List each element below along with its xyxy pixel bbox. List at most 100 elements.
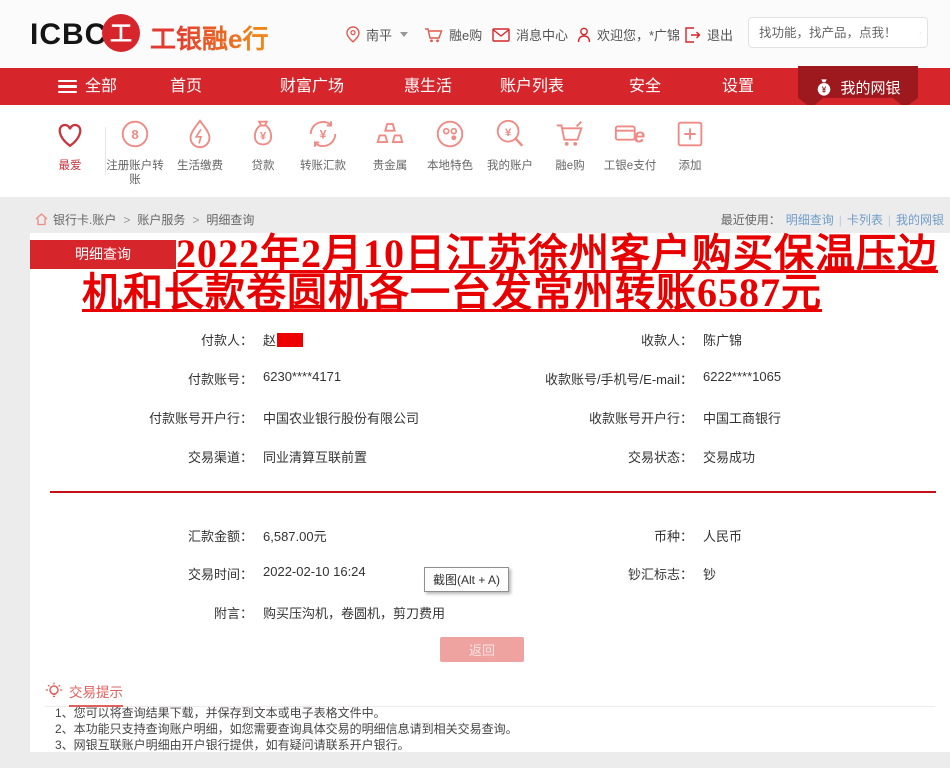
- payer-account-value: 6230****4171: [263, 369, 341, 384]
- bank-card-icon: e: [613, 117, 647, 151]
- envelope-icon: [492, 28, 510, 42]
- shortcut-emall[interactable]: 融e购: [538, 117, 602, 173]
- shortcut-label: 本地特色: [418, 159, 482, 173]
- breadcrumb-item-account-services[interactable]: 账户服务: [137, 211, 185, 228]
- icbc-logo-icon: 工: [101, 13, 141, 53]
- recent-link-card-list[interactable]: 卡列表: [847, 211, 883, 228]
- emall-label: 融e购: [449, 25, 482, 44]
- nav-accounts-label: 账户列表: [500, 68, 564, 105]
- shortcut-precious-metals[interactable]: 贵金属: [358, 117, 422, 173]
- shortcut-epay[interactable]: e 工银e支付: [598, 117, 662, 173]
- breadcrumb-item-accounts[interactable]: 银行卡.账户: [53, 211, 116, 228]
- search-box: [748, 17, 928, 48]
- shortcuts-bar: 最爱 8 注册账户转账 生活缴费 ¥ 贷款 ¥ 转账汇款: [0, 105, 950, 197]
- emall-link[interactable]: 融e购: [424, 25, 482, 44]
- cash-flag-value: 钞: [703, 564, 716, 583]
- divider: |: [888, 213, 891, 227]
- nav-item-home[interactable]: 首页: [170, 68, 202, 105]
- status-label: 交易状态：: [453, 447, 693, 466]
- back-button[interactable]: 返回: [440, 637, 524, 662]
- recent-link-my-ebank[interactable]: 我的网银: [896, 211, 944, 228]
- shortcut-label: 添加: [658, 159, 722, 173]
- shortcut-my-account[interactable]: ¥ 我的账户: [478, 117, 542, 173]
- shortcut-add[interactable]: 添加: [658, 117, 722, 173]
- currency-value: 人民币: [703, 526, 742, 545]
- nav-life-label: 惠生活: [404, 68, 452, 105]
- money-bag-icon: ¥: [815, 78, 833, 97]
- memo-label: 附言：: [30, 603, 253, 622]
- shortcut-label: 融e购: [538, 159, 602, 173]
- location-label: 南平: [366, 25, 392, 44]
- user-welcome[interactable]: 欢迎您，*广锦: [577, 25, 680, 44]
- nav-wealth-label: 财富广场: [280, 68, 344, 105]
- recent-used: 最近使用： 明细查询 | 卡列表 | 我的网银: [721, 211, 944, 228]
- nav-item-life[interactable]: 惠生活: [404, 68, 452, 105]
- money-bag-icon: ¥: [246, 117, 280, 151]
- nav-item-security[interactable]: 安全: [629, 68, 661, 105]
- svg-text:e: e: [634, 125, 646, 148]
- tip-item-2: 2、本功能只支持查询账户明细，如您需要查询具体交易的明细信息请到相关交易查询。: [55, 720, 518, 737]
- logout-button[interactable]: 退出: [684, 25, 733, 44]
- breadcrumb-item-detail-query[interactable]: 明细查询: [206, 211, 254, 228]
- account-search-icon: ¥: [493, 117, 527, 151]
- breadcrumb-separator: >: [123, 213, 130, 227]
- memo-value: 购买压沟机，卷圆机，剪刀费用: [263, 603, 445, 622]
- status-value: 交易成功: [703, 447, 755, 466]
- payee-bank-value: 中国工商银行: [703, 408, 781, 427]
- location-selector[interactable]: 南平: [346, 25, 408, 44]
- payer-name: 赵: [263, 333, 276, 348]
- user-icon: [577, 27, 591, 43]
- brand-name: 工银融e行: [150, 19, 268, 56]
- payer-bank-label: 付款账号开户行：: [30, 408, 253, 427]
- shortcut-register-transfer[interactable]: 8 注册账户转账: [103, 117, 167, 187]
- tab-detail-query[interactable]: 明细查询: [30, 240, 176, 269]
- annotation-headline-line2: 机和长款卷圆机各一台发常州转账6587元: [82, 273, 822, 313]
- icbc-logo-text: ICBC: [30, 18, 107, 52]
- my-ebank-ribbon[interactable]: ¥ 我的网银: [798, 66, 918, 108]
- detail-row: 交易渠道： 同业清算互联前置 交易状态： 交易成功: [30, 447, 950, 465]
- nav-item-wealth[interactable]: 财富广场: [280, 68, 344, 105]
- shortcut-life-payment[interactable]: 生活缴费: [168, 117, 232, 173]
- svg-text:¥: ¥: [505, 127, 512, 139]
- tip-item-3: 3、网银互联账户明细由开户银行提供，如有疑问请联系开户银行。: [55, 736, 410, 753]
- search-icon[interactable]: [920, 23, 921, 43]
- svg-text:¥: ¥: [320, 128, 327, 142]
- currency-label: 币种：: [453, 526, 693, 545]
- annotation-headline-line1: 2022年2月10日江苏徐州客户购买保温压边: [176, 234, 938, 274]
- nav-settings-label: 设置: [722, 68, 754, 105]
- shortcut-label: 工银e支付: [598, 159, 662, 173]
- shortcut-label: 最爱: [38, 159, 102, 173]
- svg-text:8: 8: [131, 127, 138, 142]
- home-icon[interactable]: [35, 213, 48, 226]
- shortcut-favorites[interactable]: 最爱: [38, 117, 102, 173]
- main-navbar: 全部 首页 财富广场 惠生活 账户列表 安全 设置 ¥ 我的网银: [0, 68, 950, 105]
- search-input[interactable]: [759, 26, 920, 40]
- heart-icon: [53, 117, 87, 151]
- payee-label: 收款人：: [453, 330, 693, 349]
- payee-value: 陈广锦: [703, 330, 742, 349]
- nav-item-accounts[interactable]: 账户列表: [500, 68, 564, 105]
- tip-item-1: 1、您可以将查询结果下载，并保存到文本或电子表格文件中。: [55, 704, 386, 721]
- shortcut-local-features[interactable]: 本地特色: [418, 117, 482, 173]
- register-transfer-icon: 8: [118, 117, 152, 151]
- nav-home-label: 首页: [170, 68, 202, 105]
- local-features-icon: [433, 117, 467, 151]
- shortcut-label: 贷款: [231, 159, 295, 173]
- main-content: 明细查询 2022年2月10日江苏徐州客户购买保温压边 机和长款卷圆机各一台发常…: [30, 233, 950, 752]
- payer-bank-value: 中国农业银行股份有限公司: [263, 408, 419, 427]
- amount-label: 汇款金额：: [30, 526, 253, 545]
- payer-account-label: 付款账号：: [30, 369, 253, 388]
- recent-label: 最近使用：: [721, 211, 781, 228]
- nav-all-label: 全部: [85, 68, 117, 105]
- top-header: ICBC 工 工银融e行 南平 融e购 消息中心 欢迎您，*广锦: [0, 0, 950, 68]
- nav-item-settings[interactable]: 设置: [722, 68, 754, 105]
- breadcrumb-separator: >: [192, 213, 199, 227]
- shortcut-transfer[interactable]: ¥ 转账汇款: [291, 117, 355, 173]
- shortcut-label: 生活缴费: [168, 159, 232, 173]
- time-label: 交易时间：: [30, 564, 253, 583]
- recent-link-detail-query[interactable]: 明细查询: [786, 211, 834, 228]
- shortcut-loan[interactable]: ¥ 贷款: [231, 117, 295, 173]
- nav-item-all[interactable]: 全部: [58, 68, 117, 105]
- amount-value: 6,587.00元: [263, 526, 327, 545]
- message-center-link[interactable]: 消息中心: [492, 25, 568, 44]
